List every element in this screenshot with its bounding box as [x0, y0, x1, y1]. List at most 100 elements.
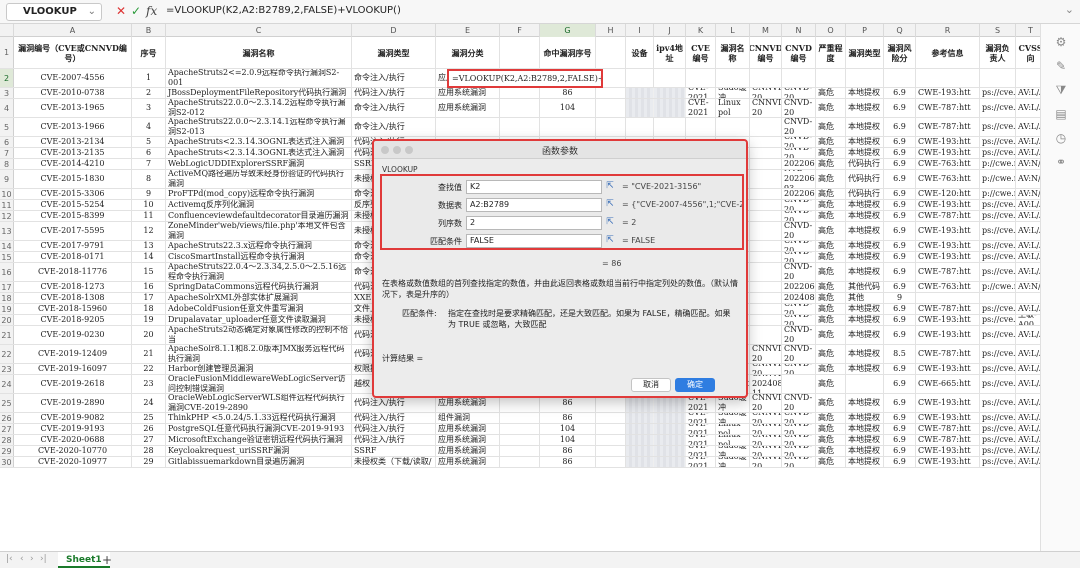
row-header[interactable]: 16 [0, 263, 14, 281]
cell-o[interactable]: 高危 [816, 345, 846, 363]
cell-m[interactable] [750, 137, 782, 147]
cell-e[interactable]: 应用系统漏洞 [436, 99, 500, 117]
cell-c[interactable]: AdobeColdFusion任意文件重写漏洞 [166, 304, 352, 314]
header-cell-t[interactable]: CVSS向 [1016, 37, 1040, 68]
header-cell-m[interactable]: CNNVD编号 [750, 37, 782, 68]
cell-c[interactable]: ApacheStruts22.0.0～2.3.14.2远程命令执行漏洞S2-01… [166, 99, 352, 117]
cell-p[interactable]: 本地提权 [846, 200, 884, 210]
cell-a[interactable]: CVE-2015-3306 [14, 189, 132, 199]
cell-t[interactable]: AV:N/A [1016, 159, 1040, 169]
cell-o[interactable]: 高危 [816, 424, 846, 434]
next-sheet-icon[interactable]: › [30, 554, 34, 564]
cell-h[interactable] [596, 435, 626, 445]
cell-t[interactable]: AV:L/A [1016, 446, 1040, 456]
chevron-down-icon[interactable]: ⌄ [88, 4, 96, 20]
cell-j[interactable] [654, 435, 686, 445]
cell-a[interactable]: CVE-2010-0738 [14, 88, 132, 98]
cell-r[interactable]: CWE-193:htt [916, 222, 980, 240]
cell-s[interactable]: ps://cve.mitre.or [980, 148, 1016, 158]
cell-o[interactable]: 高危 [816, 170, 846, 188]
cell-e[interactable]: 应用系统漏洞 [436, 446, 500, 456]
cell-b[interactable]: 27 [132, 435, 166, 445]
column-header[interactable]: N [782, 24, 816, 37]
cell-i[interactable] [626, 413, 654, 423]
cell-l[interactable] [716, 118, 750, 136]
header-cell-k[interactable]: CVE编号 [686, 37, 716, 68]
cell-q[interactable]: 6.9 [884, 364, 916, 374]
header-cell-l[interactable]: 漏洞名称 [716, 37, 750, 68]
cell-r[interactable]: CWE-787:htt [916, 263, 980, 281]
cell-f[interactable] [500, 413, 540, 423]
cell-n[interactable]: CNVD-20 [782, 222, 816, 240]
cell-q[interactable]: 6.9 [884, 211, 916, 221]
cell-q[interactable]: 6.9 [884, 222, 916, 240]
cell-t[interactable]: AV:L/A [1016, 424, 1040, 434]
ok-button[interactable]: 确定 [675, 378, 715, 392]
cell-a[interactable]: CVE-2019-0230 [14, 326, 132, 344]
cell-l[interactable]: Linux pol [716, 99, 750, 117]
cell-t[interactable]: AV:L/A [1016, 457, 1040, 467]
cell-a[interactable]: CVE-2013-2135 [14, 148, 132, 158]
cell-b[interactable]: 10 [132, 200, 166, 210]
cell-r[interactable] [916, 69, 980, 87]
cell-b[interactable]: 17 [132, 293, 166, 303]
cell-j[interactable] [654, 424, 686, 434]
cell-g[interactable]: 86 [540, 88, 596, 98]
cell-d[interactable]: SSRF [352, 446, 436, 456]
cell-j[interactable] [654, 457, 686, 467]
cell-l[interactable] [716, 69, 750, 87]
cell-q[interactable]: 6.9 [884, 200, 916, 210]
cell-c[interactable]: CiscoSmartInstall远程命令执行漏洞 [166, 252, 352, 262]
cell-d[interactable]: 命令注入/执行 [352, 99, 436, 117]
cell-m[interactable] [750, 69, 782, 87]
cell-r[interactable]: CWE-763:htt [916, 170, 980, 188]
cell-t[interactable]: AV:L/A [1016, 252, 1040, 262]
cell-c[interactable]: ApacheStruts22.0.0～2.3.14.1远程命令执行漏洞S2-01… [166, 118, 352, 136]
cell-o[interactable]: 高危 [816, 200, 846, 210]
row-header[interactable]: 24 [0, 375, 14, 393]
cell-m[interactable]: CNNVD-202408-11 [750, 375, 782, 393]
row-header[interactable]: 10 [0, 189, 14, 199]
column-header[interactable]: Q [884, 24, 916, 37]
cell-t[interactable]: AV:N/A [1016, 170, 1040, 188]
cell-o[interactable]: 高危 [816, 263, 846, 281]
cell-r[interactable]: CWE-787:htt [916, 304, 980, 314]
argument-input[interactable]: A2:B2789 [466, 198, 602, 212]
cell-b[interactable]: 5 [132, 137, 166, 147]
cell-n[interactable]: CNVD-20 [782, 457, 816, 467]
cell-h[interactable] [596, 118, 626, 136]
cell-s[interactable]: ps://cve.mitre.or [980, 394, 1016, 412]
cell-b[interactable]: 3 [132, 99, 166, 117]
cell-f[interactable] [500, 424, 540, 434]
cell-o[interactable]: 高危 [816, 304, 846, 314]
cell-c[interactable]: JBossDeploymentFileRepository代码执行漏洞 [166, 88, 352, 98]
cell-b[interactable]: 8 [132, 170, 166, 188]
header-cell-r[interactable]: 参考信息 [916, 37, 980, 68]
cell-q[interactable]: 6.9 [884, 413, 916, 423]
cell-s[interactable]: p://cwe.mitre.org [980, 189, 1016, 199]
cell-c[interactable]: ApacheStruts2<=2.0.9远程命令执行漏洞S2-001 [166, 69, 352, 87]
cell-o[interactable]: 高危 [816, 252, 846, 262]
cell-q[interactable]: 6.9 [884, 88, 916, 98]
cell-s[interactable]: ps://cve.mitre.or [980, 326, 1016, 344]
cell-q[interactable]: 6.9 [884, 326, 916, 344]
cell-c[interactable]: ApacheSolrXML外部实体扩展漏洞 [166, 293, 352, 303]
cell-m[interactable] [750, 252, 782, 262]
cell-o[interactable] [816, 69, 846, 87]
header-cell-n[interactable]: CNVD编号 [782, 37, 816, 68]
cell-m[interactable] [750, 118, 782, 136]
cell-c[interactable]: Keycloakrequest_uriSSRF漏洞 [166, 446, 352, 456]
row-header[interactable]: 4 [0, 99, 14, 117]
cell-b[interactable]: 11 [132, 211, 166, 221]
header-cell-e[interactable]: 漏洞分类 [436, 37, 500, 68]
cell-b[interactable]: 1 [132, 69, 166, 87]
cell-q[interactable]: 6.9 [884, 424, 916, 434]
cell-s[interactable]: ps://cve.mitre.or [980, 375, 1016, 393]
cell-i[interactable] [626, 446, 654, 456]
cell-l[interactable]: Sudo缓冲 [716, 413, 750, 423]
cell-r[interactable]: CWE-787:htt [916, 99, 980, 117]
cell-a[interactable]: CVE-2019-2618 [14, 375, 132, 393]
cell-s[interactable]: ps://cve.mitre.or [980, 315, 1016, 325]
cell-q[interactable]: 6.9 [884, 170, 916, 188]
cell-k[interactable]: CVE-2021 [686, 413, 716, 423]
